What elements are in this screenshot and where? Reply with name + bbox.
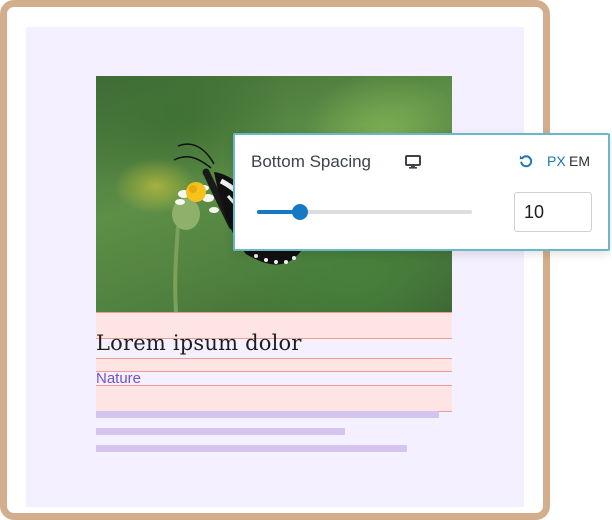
post-category[interactable]: Nature: [96, 370, 141, 387]
desktop-icon[interactable]: [404, 154, 422, 170]
bottom-spacing-highlight: [96, 358, 452, 372]
spacing-slider[interactable]: [257, 204, 472, 220]
excerpt-placeholder-line: [96, 411, 439, 418]
unit-px-button[interactable]: PX: [547, 153, 566, 169]
slider-thumb[interactable]: [292, 204, 308, 220]
excerpt-placeholder-line: [96, 428, 345, 435]
reset-icon[interactable]: [518, 153, 534, 169]
excerpt-placeholder-line: [96, 445, 407, 452]
post-title[interactable]: Lorem ipsum dolor: [96, 331, 302, 355]
control-label: Bottom Spacing: [251, 152, 372, 171]
bottom-spacing-highlight: [96, 385, 452, 412]
spacing-value-input[interactable]: [514, 192, 592, 232]
bottom-spacing-control-panel: Bottom Spacing PX EM: [233, 133, 610, 251]
unit-em-button[interactable]: EM: [569, 153, 590, 169]
